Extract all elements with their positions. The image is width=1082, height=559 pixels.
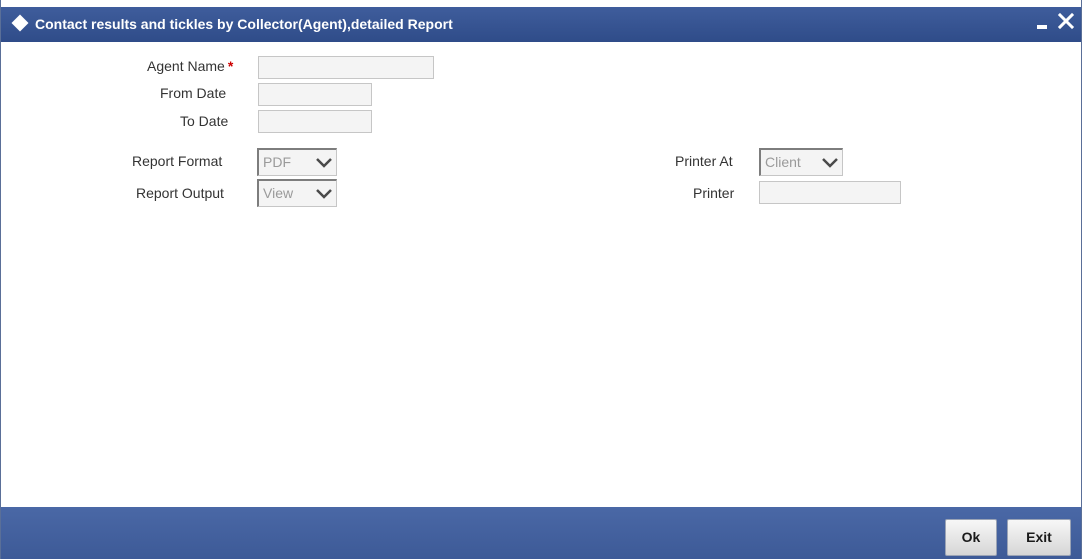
chevron-down-icon [822, 158, 838, 168]
footer-bar [1, 507, 1081, 559]
window-title: Contact results and tickles by Collector… [35, 16, 453, 32]
report-format-select[interactable]: PDF [257, 148, 337, 176]
chevron-down-icon [316, 158, 332, 168]
report-window: Contact results and tickles by Collector… [0, 0, 1082, 559]
close-icon[interactable] [1057, 11, 1075, 31]
printer-at-label: Printer At [675, 153, 733, 169]
printer-label: Printer [693, 185, 735, 201]
to-date-input[interactable] [258, 110, 372, 133]
title-bar: Contact results and tickles by Collector… [1, 7, 1081, 42]
report-format-value: PDF [263, 154, 291, 170]
from-date-label: From Date [160, 85, 227, 101]
agent-name-label: Agent Name * [147, 58, 233, 74]
printer-input[interactable] [759, 181, 901, 204]
report-format-label: Report Format [132, 153, 223, 169]
exit-button[interactable]: Exit [1007, 519, 1071, 556]
report-output-label: Report Output [136, 185, 224, 201]
report-output-select[interactable]: View [257, 179, 337, 207]
report-output-value: View [263, 185, 294, 201]
agent-name-label-text: Agent Name [147, 58, 225, 74]
printer-at-select[interactable]: Client [759, 148, 843, 176]
agent-name-input[interactable] [258, 56, 434, 79]
from-date-input[interactable] [258, 83, 372, 106]
ok-button[interactable]: Ok [945, 519, 997, 556]
required-marker: * [227, 58, 234, 74]
to-date-label: To Date [180, 113, 229, 129]
printer-at-value: Client [765, 154, 801, 170]
diamond-icon [11, 14, 29, 32]
minimize-icon[interactable] [1037, 25, 1047, 29]
chevron-down-icon [316, 189, 332, 199]
